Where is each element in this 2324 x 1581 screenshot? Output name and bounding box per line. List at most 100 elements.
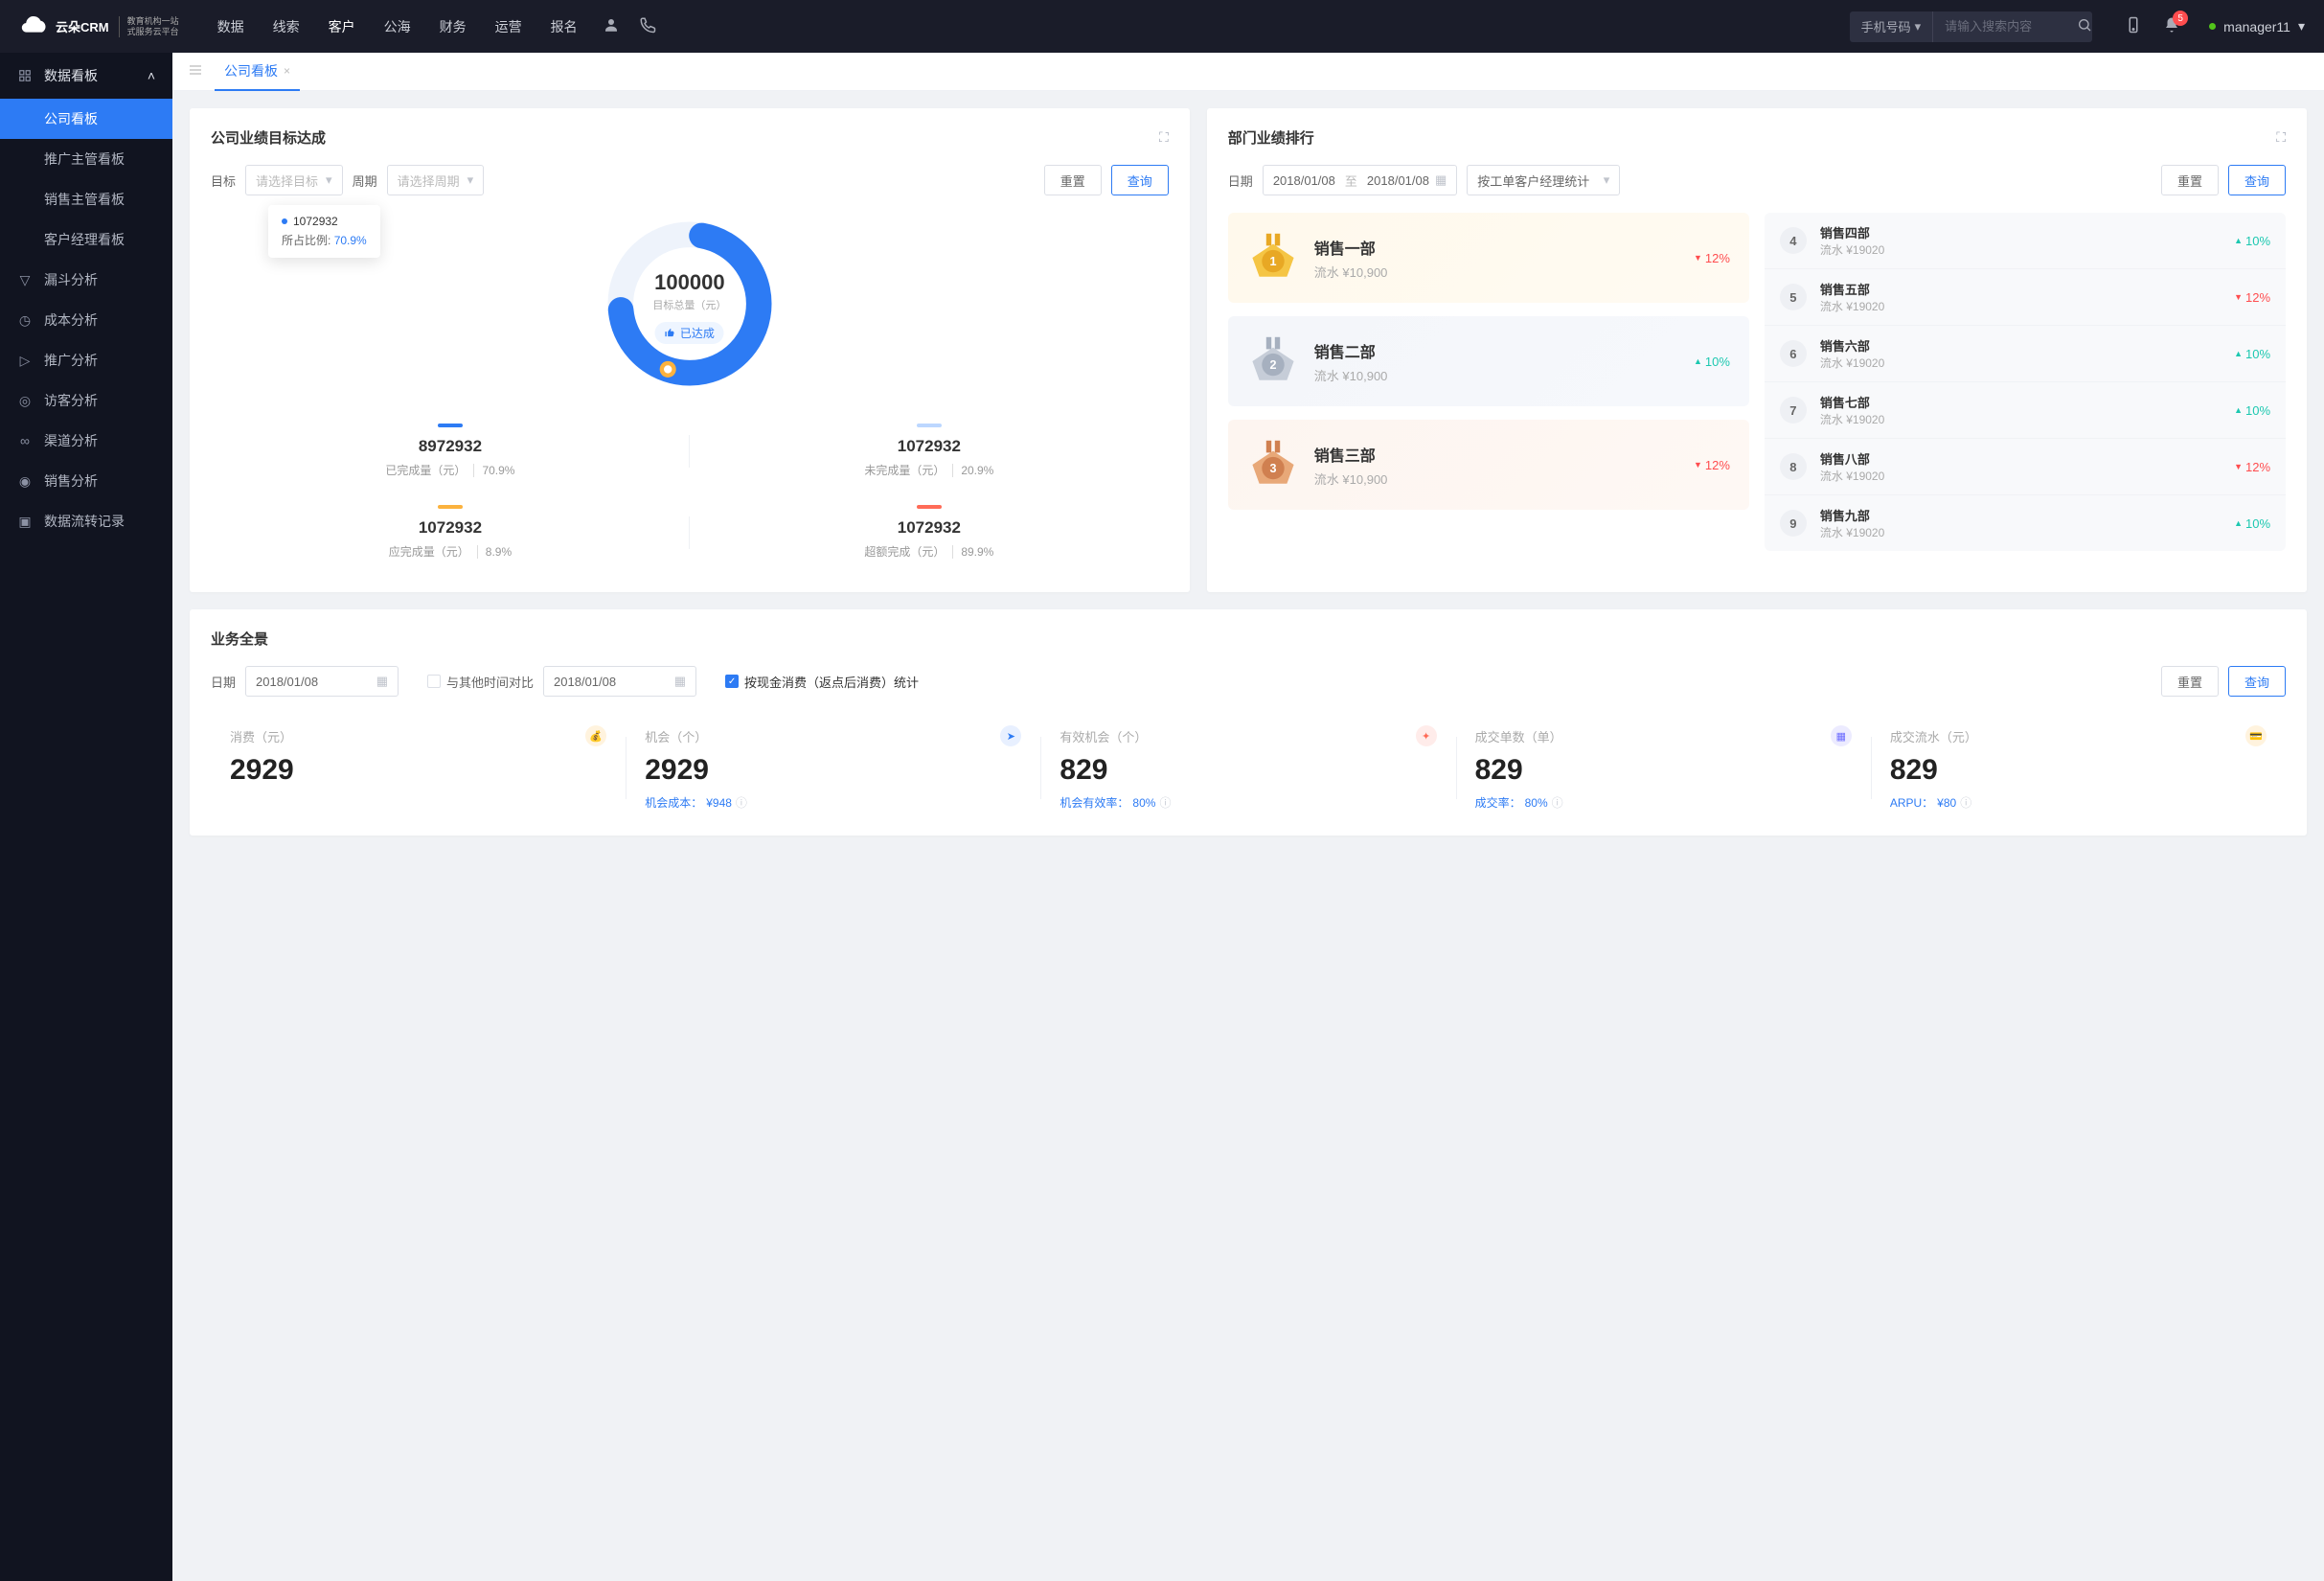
rank-item: 7 销售七部流水 ¥19020 ▲ 10%	[1765, 382, 2286, 439]
expand-icon[interactable]: ⛶	[2276, 129, 2286, 146]
date-range[interactable]: 2018/01/08至2018/01/08 ▦	[1263, 165, 1457, 195]
nav-item[interactable]: 运营	[495, 17, 522, 36]
kpi-foot: ARPU：¥80 ⓘ	[1890, 794, 2267, 811]
mobile-icon[interactable]	[2125, 16, 2142, 36]
query-button[interactable]: 查询	[2228, 165, 2286, 195]
user-menu[interactable]: manager11 ▾	[2209, 18, 2305, 34]
nav-item[interactable]: 数据	[217, 17, 244, 36]
compare-checkbox[interactable]	[427, 675, 441, 688]
card-overview: 业务全景 日期 2018/01/08▦ 与其他时间对比 2018/01/08▦ …	[190, 609, 2307, 836]
date-from[interactable]: 2018/01/08▦	[245, 666, 399, 697]
nav-item[interactable]: 客户	[329, 17, 355, 36]
sidebar-sub-item[interactable]: 公司看板	[0, 99, 172, 139]
sidebar-sub-item[interactable]: 客户经理看板	[0, 219, 172, 260]
reset-button[interactable]: 重置	[1044, 165, 1102, 195]
sidebar-item[interactable]: ∞渠道分析	[0, 421, 172, 461]
trend: ▼ 12%	[2234, 290, 2270, 305]
nav-item[interactable]: 报名	[551, 17, 578, 36]
chevron-up-icon: ˄	[148, 68, 155, 83]
calendar-icon: ▦	[1435, 172, 1447, 188]
period-select[interactable]: 请选择周期▾	[387, 165, 485, 195]
stat-cell: 1072932 应完成量（元）8.9%	[211, 492, 690, 573]
podium-card: 2 销售二部流水 ¥10,900 ▲ 10%	[1228, 316, 1749, 406]
sidebar-item[interactable]: ◉销售分析	[0, 461, 172, 501]
sidebar-item[interactable]: ▽漏斗分析	[0, 260, 172, 300]
help-icon[interactable]: ⓘ	[1960, 794, 1971, 811]
kpi-foot: 机会有效率：80% ⓘ	[1059, 794, 1436, 811]
target-label: 目标	[211, 172, 236, 190]
svg-text:3: 3	[1269, 462, 1276, 475]
tabbar: 公司看板 ×	[172, 53, 2324, 91]
kpi-foot: 成交率：80% ⓘ	[1475, 794, 1852, 811]
help-icon[interactable]: ⓘ	[1552, 794, 1563, 811]
stat-cell: 1072932 超额完成（元）89.9%	[690, 492, 1169, 573]
kpi-card: 成交流水（元） 💳 829ARPU：¥80 ⓘ	[1871, 720, 2286, 816]
compare-label: 与其他时间对比	[446, 673, 534, 691]
rank-number: 8	[1780, 453, 1807, 480]
groupby-select[interactable]: 按工单客户经理统计▾	[1467, 165, 1620, 195]
svg-text:2: 2	[1269, 358, 1276, 372]
cloud-icon	[19, 13, 50, 40]
stat-cell: 8972932 已完成量（元）70.9%	[211, 410, 690, 492]
rank-number: 9	[1780, 510, 1807, 537]
nav-item[interactable]: 财务	[440, 17, 467, 36]
rank-number: 4	[1780, 227, 1807, 254]
search-input[interactable]	[1933, 19, 2092, 34]
brand-sub: 教育机构一站式服务云平台	[119, 16, 179, 37]
nav-item[interactable]: 线索	[273, 17, 300, 36]
rank-item: 6 销售六部流水 ¥19020 ▲ 10%	[1765, 326, 2286, 382]
rank-number: 6	[1780, 340, 1807, 367]
tab-label: 公司看板	[224, 52, 278, 90]
tab-company-board[interactable]: 公司看板 ×	[215, 53, 300, 91]
reset-button[interactable]: 重置	[2161, 165, 2219, 195]
rank-item: 9 销售九部流水 ¥19020 ▲ 10%	[1765, 495, 2286, 551]
date-to[interactable]: 2018/01/08▦	[543, 666, 696, 697]
notification-icon[interactable]: 5	[2163, 16, 2180, 36]
rank-item: 4 销售四部流水 ¥19020 ▲ 10%	[1765, 213, 2286, 269]
expand-icon[interactable]: ⛶	[1159, 129, 1169, 146]
close-icon[interactable]: ×	[284, 52, 290, 90]
target-select[interactable]: 请选择目标▾	[245, 165, 343, 195]
trend: ▲ 10%	[2234, 516, 2270, 531]
rank-item: 8 销售八部流水 ¥19020 ▼ 12%	[1765, 439, 2286, 495]
sidebar-item[interactable]: ◷成本分析	[0, 300, 172, 340]
trend: ▲ 10%	[2234, 234, 2270, 248]
rank-number: 7	[1780, 397, 1807, 424]
trend: ▼ 12%	[1694, 458, 1730, 472]
nav-item[interactable]: 公海	[384, 17, 411, 36]
query-button[interactable]: 查询	[1111, 165, 1169, 195]
card-target: 公司业绩目标达成 ⛶ 目标 请选择目标▾ 周期 请选择周期▾ 重置 查询 107…	[190, 108, 1190, 592]
card-ranking: 部门业绩排行 ⛶ 日期 2018/01/08至2018/01/08 ▦ 按工单客…	[1207, 108, 2307, 592]
help-icon[interactable]: ⓘ	[1159, 794, 1171, 811]
query-button[interactable]: 查询	[2228, 666, 2286, 697]
rank-number: 5	[1780, 284, 1807, 310]
phone-icon[interactable]	[639, 16, 656, 36]
user-name: manager11	[2223, 19, 2290, 34]
sidebar-sub-item[interactable]: 推广主管看板	[0, 139, 172, 179]
statby-label: 按现金消费（返点后消费）统计	[744, 673, 919, 691]
medal-icon: 1	[1247, 232, 1299, 284]
side-icon: ▷	[17, 353, 33, 369]
statby-checkbox[interactable]: ✓	[725, 675, 739, 688]
chart-tooltip: 1072932 所占比例: 70.9%	[268, 205, 380, 258]
chevron-down-icon: ▾	[2298, 18, 2305, 34]
podium-card: 1 销售一部流水 ¥10,900 ▼ 12%	[1228, 213, 1749, 303]
sidebar-sub-item[interactable]: 销售主管看板	[0, 179, 172, 219]
sidebar: 数据看板 ˄ 公司看板推广主管看板销售主管看板客户经理看板 ▽漏斗分析◷成本分析…	[0, 53, 172, 1581]
logo[interactable]: 云朵CRM 教育机构一站式服务云平台	[19, 13, 179, 40]
sidebar-item[interactable]: ◎访客分析	[0, 380, 172, 421]
sidebar-section-header[interactable]: 数据看板 ˄	[0, 53, 172, 99]
search-icon[interactable]	[2077, 17, 2092, 35]
search-type-dropdown[interactable]: 手机号码▾	[1850, 11, 1934, 42]
user-icon[interactable]	[603, 16, 620, 36]
sidebar-item[interactable]: ▣数据流转记录	[0, 501, 172, 541]
card-title: 公司业绩目标达成	[211, 127, 326, 148]
kpi-badge-icon: ✦	[1416, 725, 1437, 746]
help-icon[interactable]: ⓘ	[736, 794, 747, 811]
collapse-icon[interactable]	[184, 58, 207, 84]
nav-extra-icons	[603, 16, 656, 36]
sidebar-item[interactable]: ▷推广分析	[0, 340, 172, 380]
side-icon: ∞	[17, 433, 33, 448]
notification-badge: 5	[2173, 11, 2188, 26]
reset-button[interactable]: 重置	[2161, 666, 2219, 697]
